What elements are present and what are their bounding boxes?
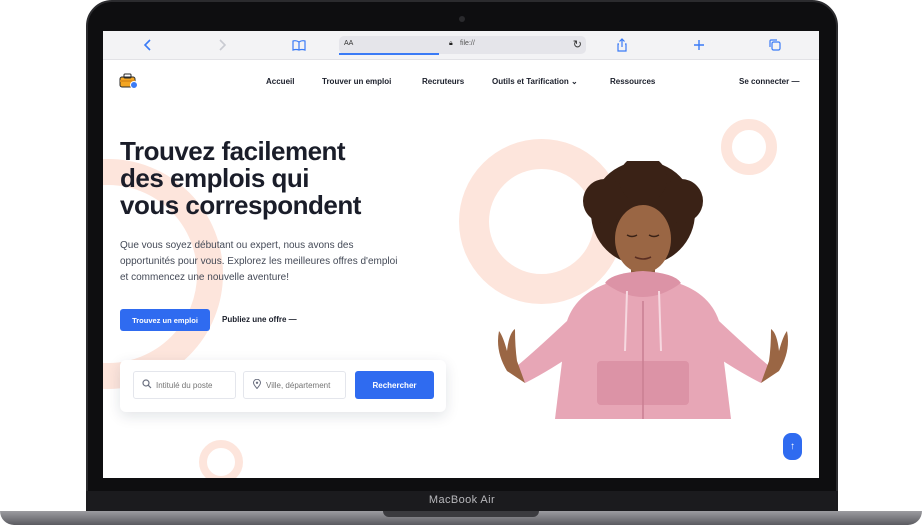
hero-description-line: Que vous soyez débutant ou expert, nous …: [120, 240, 354, 251]
find-job-button[interactable]: Trouvez un emploi: [120, 309, 210, 331]
bookmarks-icon[interactable]: [292, 38, 306, 52]
hero-person-image: [485, 155, 801, 419]
login-link[interactable]: Se connecter —: [739, 77, 799, 86]
search-card: Rechercher: [120, 360, 446, 412]
browser-toolbar: AA 🔒︎ file:// ↻: [103, 31, 819, 60]
city-field[interactable]: [243, 371, 346, 399]
job-title-input[interactable]: [156, 378, 234, 393]
address-progress: [339, 53, 439, 55]
hero-title-line: des emplois qui: [120, 163, 310, 193]
hero-title-line: Trouvez facilement: [120, 136, 346, 166]
nav-item-outils[interactable]: Outils et Tarification ⌄: [492, 77, 578, 86]
nav-item-ressources[interactable]: Ressources: [610, 77, 655, 86]
browser-window: AA 🔒︎ file:// ↻ Accueil Trouver un emplo…: [103, 31, 819, 478]
site-navbar: Accueil Trouver un emploi Recruteurs Out…: [103, 60, 819, 106]
city-input[interactable]: [266, 378, 344, 393]
search-button[interactable]: Rechercher: [355, 371, 434, 399]
address-bar[interactable]: AA 🔒︎ file:// ↻: [339, 36, 586, 55]
back-icon[interactable]: [141, 38, 155, 52]
new-tab-icon[interactable]: [692, 38, 706, 52]
tabs-icon[interactable]: [768, 38, 782, 52]
hero-description-line: et commencez une nouvelle aventure!: [120, 272, 289, 283]
scroll-top-button[interactable]: ↑: [783, 433, 802, 460]
post-offer-link[interactable]: Publiez une offre —: [222, 315, 297, 324]
hero-description: Que vous soyez débutant ou expert, nous …: [120, 238, 450, 286]
hero-title-line: vous correspondent: [120, 190, 361, 220]
laptop-chin: MacBook Air: [86, 491, 838, 511]
lock-icon: 🔒︎: [449, 40, 453, 47]
reader-aa-button[interactable]: AA: [344, 40, 353, 47]
hero-description-line: opportunités pour vous. Explorez les mei…: [120, 256, 398, 267]
search-icon: [142, 379, 152, 392]
reload-icon[interactable]: ↻: [573, 38, 582, 51]
arrow-up-icon: ↑: [790, 441, 795, 452]
laptop-notch: [383, 511, 539, 517]
nav-item-accueil[interactable]: Accueil: [266, 77, 294, 86]
share-icon[interactable]: [615, 38, 629, 52]
laptop-base: MacBook Air: [0, 491, 922, 530]
briefcase-logo-icon[interactable]: [119, 72, 139, 90]
decor-ring-bottom: [199, 440, 243, 478]
hero-title: Trouvez facilement des emplois qui vous …: [120, 138, 440, 219]
chevron-down-icon: ⌄: [570, 77, 578, 86]
address-url[interactable]: file://: [460, 40, 475, 47]
job-title-field[interactable]: [133, 371, 236, 399]
laptop-mockup: AA 🔒︎ file:// ↻ Accueil Trouver un emplo…: [0, 0, 922, 530]
nav-item-outils-label: Outils et Tarification: [492, 77, 569, 86]
forward-icon[interactable]: [215, 38, 229, 52]
webcam: [459, 16, 465, 22]
laptop-brand-label: MacBook Air: [428, 494, 496, 506]
location-pin-icon: [252, 378, 262, 392]
nav-item-trouver-un-emploi[interactable]: Trouver un emploi: [322, 77, 391, 86]
nav-item-recruteurs[interactable]: Recruteurs: [422, 77, 464, 86]
